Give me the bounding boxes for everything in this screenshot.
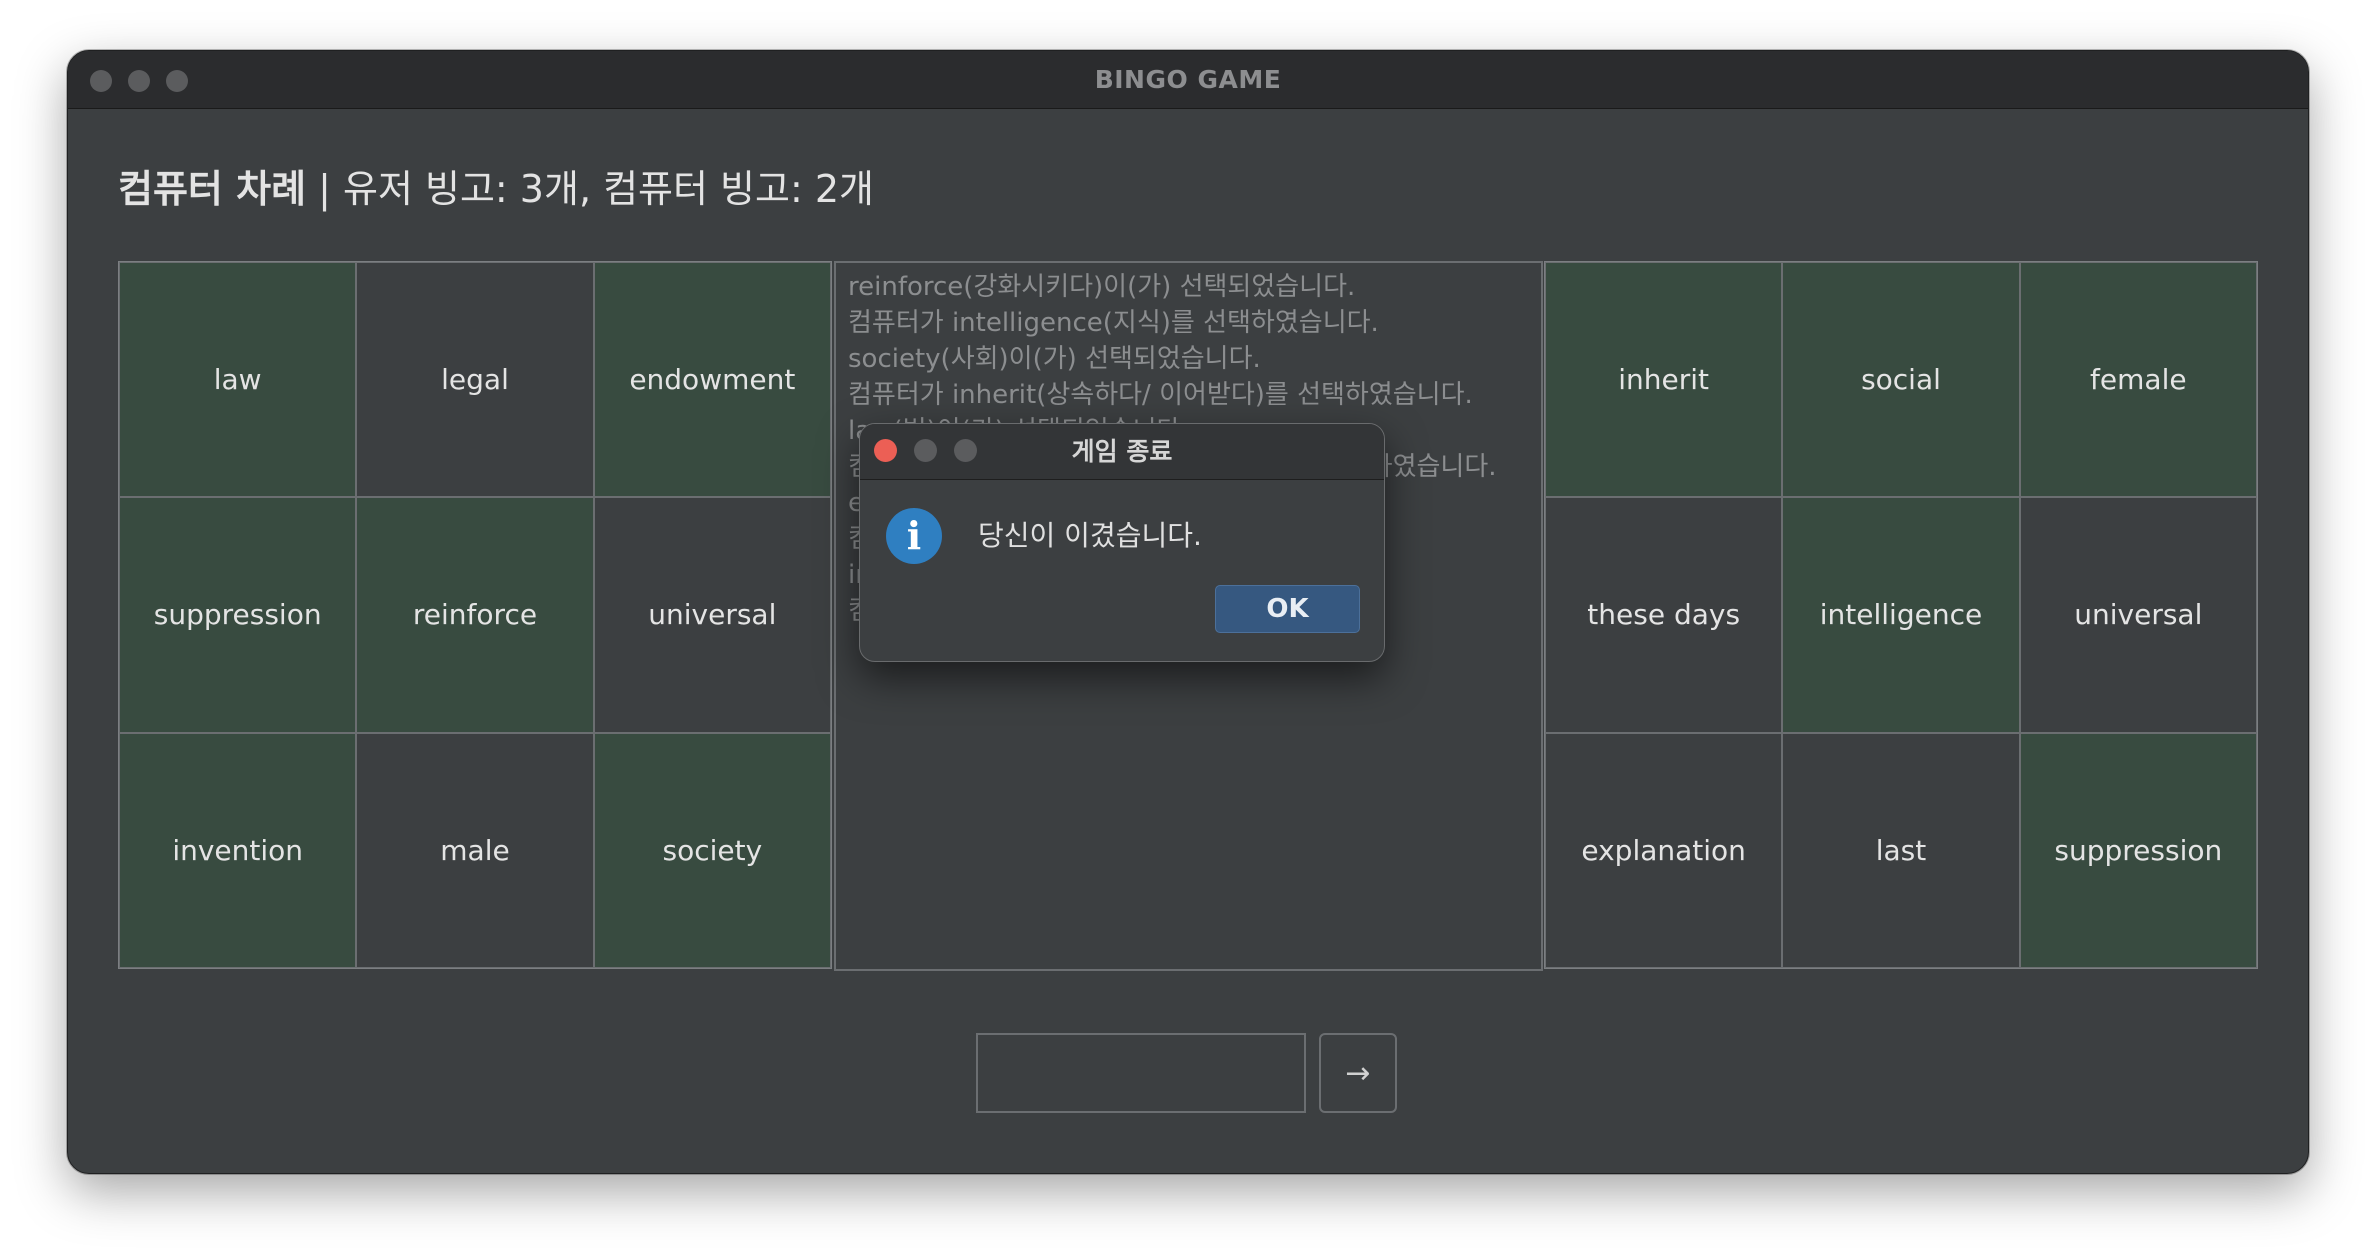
bingo-cell[interactable]: suppression	[119, 497, 357, 733]
word-input[interactable]	[976, 1033, 1306, 1113]
status-separator: |	[306, 167, 343, 211]
window-title: BINGO GAME	[1094, 65, 1282, 94]
bingo-cell[interactable]: legal	[356, 262, 594, 498]
bingo-cell[interactable]: universal	[593, 497, 831, 733]
bingo-cell[interactable]: suppression	[2019, 732, 2257, 968]
bingo-cell[interactable]: law	[119, 262, 357, 498]
bingo-cell[interactable]: universal	[2019, 497, 2257, 733]
bingo-cell[interactable]: female	[2019, 262, 2257, 498]
bingo-cell[interactable]: endowment	[593, 262, 831, 498]
bingo-cell[interactable]: last	[1782, 732, 2020, 968]
ok-button[interactable]: OK	[1215, 585, 1360, 633]
bingo-scores: 유저 빙고: 3개, 컴퓨터 빙고: 2개	[343, 167, 874, 211]
computer-bingo-board: inherit social female these days intelligenc…	[1544, 261, 2258, 969]
game-over-dialog: 게임 종료 i 당신이 이겼습니다. OK	[859, 423, 1385, 662]
bingo-cell[interactable]: society	[593, 732, 831, 968]
log-line: 컴퓨터가 inherit(상속하다/ 이어받다)를 선택하였습니다.	[848, 380, 1473, 410]
bingo-cell[interactable]: these days	[1545, 497, 1783, 733]
bingo-cell[interactable]: reinforce	[356, 497, 594, 733]
log-line: reinforce(강화시키다)이(가) 선택되었습니다.	[848, 272, 1356, 302]
bingo-cell[interactable]: inherit	[1545, 262, 1783, 498]
dialog-message: 당신이 이겼습니다.	[978, 519, 1202, 552]
bingo-cell[interactable]: explanation	[1545, 732, 1783, 968]
log-line: society(사회)이(가) 선택되었습니다.	[848, 344, 1261, 374]
game-status: 컴퓨터 차례 | 유저 빙고: 3개, 컴퓨터 빙고: 2개	[118, 158, 874, 213]
submit-arrow-button[interactable]: →	[1319, 1033, 1397, 1113]
info-icon: i	[886, 508, 942, 564]
bingo-cell[interactable]: intelligence	[1782, 497, 2020, 733]
turn-label: 컴퓨터 차례	[118, 167, 307, 211]
title-bar: BINGO GAME	[68, 51, 2308, 109]
bingo-cell[interactable]: male	[356, 732, 594, 968]
bingo-cell[interactable]: social	[1782, 262, 2020, 498]
log-line: 컴퓨터가 intelligence(지식)를 선택하였습니다.	[848, 308, 1379, 338]
bingo-cell[interactable]: invention	[119, 732, 357, 968]
dialog-title-bar: 게임 종료	[860, 424, 1384, 480]
dialog-title: 게임 종료	[1071, 437, 1173, 466]
user-bingo-board: law legal endowment suppression reinforce uni…	[118, 261, 832, 969]
